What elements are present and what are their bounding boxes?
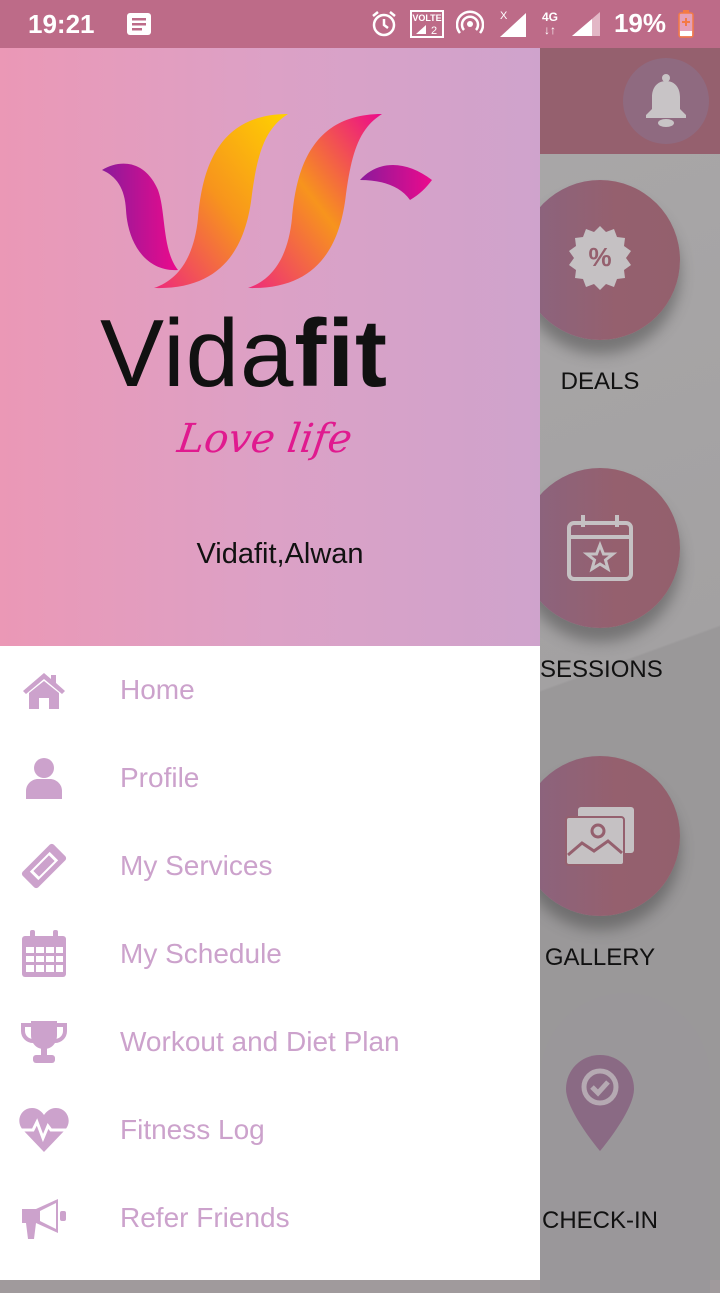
menu-item-workout-diet-plan[interactable]: Workout and Diet Plan <box>0 998 540 1086</box>
menu-item-my-schedule[interactable]: My Schedule <box>0 910 540 998</box>
signal-no-service-icon: X <box>499 10 526 37</box>
trophy-icon <box>18 1016 70 1068</box>
svg-text:%: % <box>588 242 611 272</box>
ticket-icon <box>18 840 70 892</box>
bell-icon <box>646 74 686 127</box>
home-icon <box>18 664 70 716</box>
megaphone-icon <box>18 1192 70 1244</box>
menu-item-label: Refer Friends <box>120 1202 290 1233</box>
brand-name-bold: fit <box>294 300 389 407</box>
data-arrows-icon: 4G ↓↑ <box>541 9 558 37</box>
alarm-icon <box>372 10 396 36</box>
volte-icon: VOLTE 2 <box>409 9 444 38</box>
svg-text:VOLTE: VOLTE <box>412 13 441 23</box>
vidafit-logo-mark <box>102 114 432 289</box>
notes-icon <box>127 13 151 35</box>
menu-item-label: My Schedule <box>120 938 282 969</box>
calendar-icon <box>18 928 70 980</box>
hotspot-icon <box>455 9 484 34</box>
network-type: 4G <box>541 9 558 24</box>
status-bar: 19:21 VOLTE 2 X 4G ↓↑ 19% <box>0 0 720 48</box>
menu-item-label: Fitness Log <box>120 1114 265 1145</box>
tile-check-in[interactable]: CHECK-IN <box>540 993 710 1293</box>
drawer-menu: Home Profile My Services My Schedule Wor… <box>0 646 540 1262</box>
notifications-button[interactable] <box>623 58 709 144</box>
user-icon <box>18 752 70 804</box>
menu-item-label: My Services <box>120 850 273 881</box>
navigation-drawer: Vidafit Love life Vidafit,Alwan Home Pro… <box>0 48 540 1280</box>
gallery-icon <box>565 807 634 866</box>
svg-text:X: X <box>500 10 508 22</box>
svg-text:2: 2 <box>431 25 437 37</box>
tile-label: GALLERY <box>544 944 656 971</box>
brand-wordmark: Vidafit <box>100 306 388 402</box>
menu-item-label: Profile <box>120 762 200 793</box>
user-name: Vidafit,Alwan <box>196 538 364 570</box>
status-time: 19:21 <box>28 9 95 39</box>
location-check-icon <box>566 1055 634 1151</box>
heartbeat-icon <box>18 1104 70 1156</box>
signal-icon <box>571 11 600 36</box>
menu-item-label: Workout and Diet Plan <box>120 1026 400 1057</box>
tile-label: SESSIONS <box>540 656 663 683</box>
menu-item-label: Home <box>120 674 195 705</box>
menu-item-refer-friends[interactable]: Refer Friends <box>0 1174 540 1262</box>
brand-name-light: Vida <box>100 300 295 407</box>
battery-low-icon <box>678 9 694 38</box>
calendar-star-icon <box>567 515 633 581</box>
discount-badge-icon: % <box>569 226 631 290</box>
tile-label: DEALS <box>560 368 640 395</box>
brand-tagline: Love life <box>174 416 355 462</box>
menu-item-profile[interactable]: Profile <box>0 734 540 822</box>
battery-percent: 19% <box>613 8 666 38</box>
menu-item-home[interactable]: Home <box>0 646 540 734</box>
menu-item-my-services[interactable]: My Services <box>0 822 540 910</box>
tile-label: CHECK-IN <box>541 1207 658 1234</box>
drawer-header: Vidafit Love life Vidafit,Alwan <box>0 48 540 646</box>
menu-item-fitness-log[interactable]: Fitness Log <box>0 1086 540 1174</box>
